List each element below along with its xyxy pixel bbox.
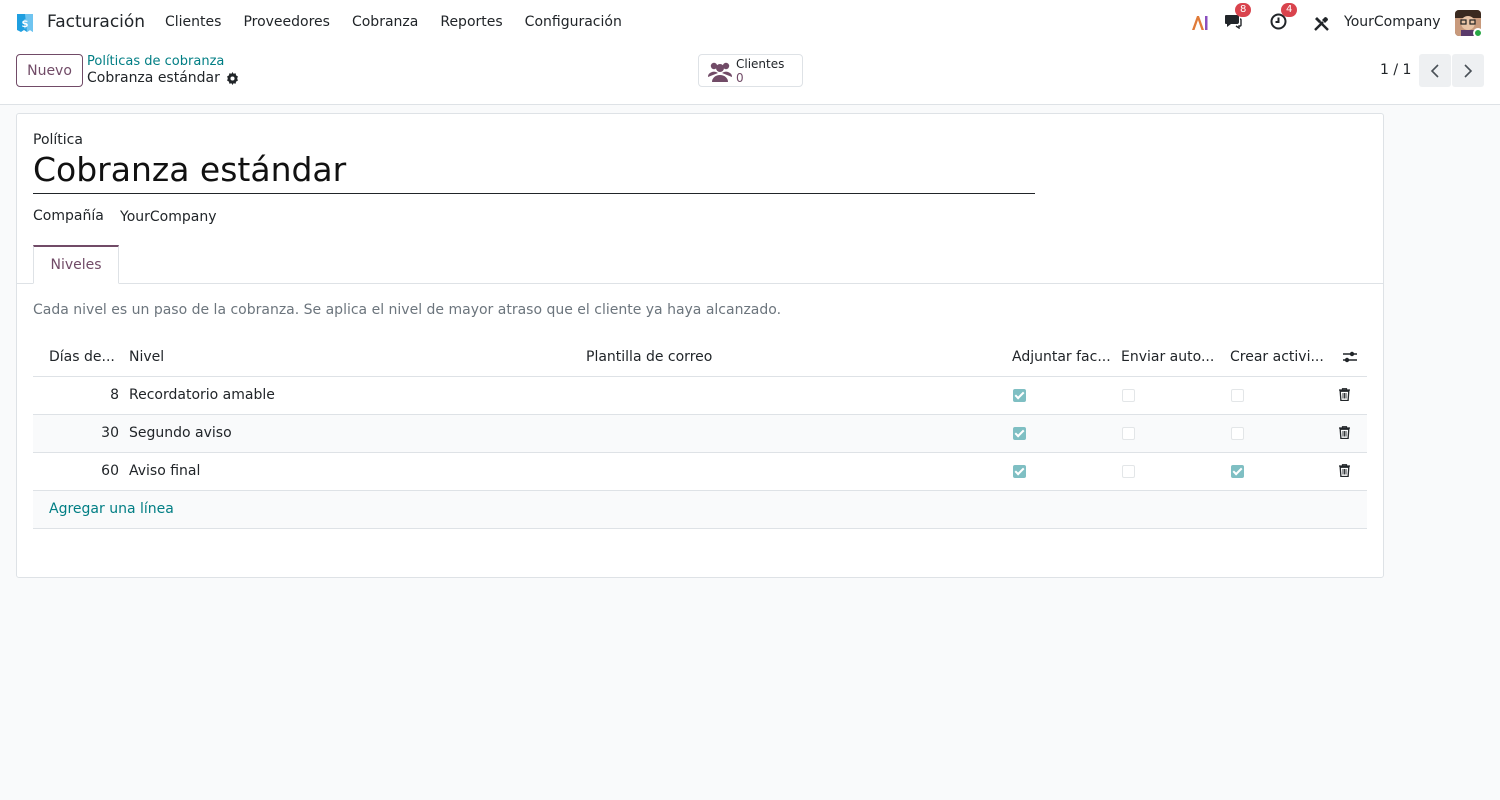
add-line-link[interactable]: Agregar una línea [49,501,174,517]
company-switcher[interactable]: YourCompany [1344,14,1441,30]
pager-value[interactable]: 1 / 1 [1380,62,1411,78]
menu-item-clientes[interactable]: Clientes [165,14,221,30]
control-panel: Nuevo Políticas de cobranza Cobranza est… [0,46,1500,105]
send-checkbox[interactable] [1122,465,1135,478]
column-header-attach[interactable]: Adjuntar fac... [1012,349,1111,365]
gear-icon[interactable] [226,71,239,85]
level-cell[interactable]: Segundo aviso [129,425,232,441]
column-header-activity[interactable]: Crear activi... [1230,349,1324,365]
users-icon [708,62,732,82]
menu-item-reportes[interactable]: Reportes [440,14,502,30]
tab-niveles[interactable]: Niveles [33,245,119,284]
days-cell[interactable]: 8 [59,387,119,403]
tabs-divider [17,283,1383,284]
main-menu: Clientes Proveedores Cobranza Reportes C… [165,14,644,30]
messages-button[interactable]: 8 [1224,0,1252,46]
table-row[interactable]: 30 Segundo aviso [33,415,1367,453]
clients-smart-button[interactable]: Clientes 0 [698,54,803,87]
level-cell[interactable]: Aviso final [129,463,200,479]
form-sheet: Política Cobranza estándar Compañía Your… [16,113,1384,578]
svg-text:$: $ [22,19,29,30]
level-cell[interactable]: Recordatorio amable [129,387,275,403]
levels-description: Cada nivel es un paso de la cobranza. Se… [33,302,782,318]
messages-badge: 8 [1235,3,1252,17]
trash-icon[interactable] [1339,426,1350,439]
breadcrumb-current: Cobranza estándar [87,70,239,86]
attach-checkbox[interactable] [1013,465,1026,478]
debug-tools-button[interactable] [1313,0,1330,46]
levels-table: Días de... Nivel Plantilla de correo Adj… [33,338,1367,529]
online-status-dot [1473,28,1483,38]
title-underline [33,193,1035,194]
company-field[interactable]: YourCompany [120,209,217,225]
column-header-level[interactable]: Nivel [129,349,164,365]
table-row[interactable]: 60 Aviso final [33,453,1367,491]
pager-next-button[interactable] [1452,54,1484,87]
pager-previous-button[interactable] [1419,54,1451,87]
clients-stat-label: Clientes [736,57,785,71]
optional-columns-icon[interactable] [1342,350,1358,364]
company-label: Compañía [33,208,104,224]
ai-icon [1192,16,1208,30]
invoicing-app-icon[interactable]: $ [15,12,35,34]
send-checkbox[interactable] [1122,427,1135,440]
activity-checkbox[interactable] [1231,465,1244,478]
breadcrumb-parent-link[interactable]: Políticas de cobranza [87,54,224,69]
send-checkbox[interactable] [1122,389,1135,402]
menu-item-proveedores[interactable]: Proveedores [243,14,330,30]
tools-icon [1314,16,1329,31]
activities-button[interactable]: 4 [1270,0,1298,46]
ai-button[interactable] [1191,0,1209,46]
column-header-days[interactable]: Días de... [49,349,115,365]
activities-badge: 4 [1281,2,1298,17]
days-cell[interactable]: 30 [59,425,119,441]
chevron-right-icon [1464,63,1473,78]
policy-name-input[interactable]: Cobranza estándar [33,150,346,189]
attach-checkbox[interactable] [1013,427,1026,440]
activity-checkbox[interactable] [1231,389,1244,402]
trash-icon[interactable] [1339,388,1350,401]
new-button[interactable]: Nuevo [16,54,83,87]
table-header: Días de... Nivel Plantilla de correo Adj… [33,338,1367,377]
top-navbar: $ Facturación Clientes Proveedores Cobra… [0,0,1500,46]
clients-stat-value: 0 [736,71,744,85]
breadcrumb-current-label: Cobranza estándar [87,70,220,86]
column-header-send[interactable]: Enviar auto... [1121,349,1214,365]
table-row[interactable]: 8 Recordatorio amable [33,377,1367,415]
app-name[interactable]: Facturación [47,12,145,32]
days-cell[interactable]: 60 [59,463,119,479]
chevron-left-icon [1430,63,1439,78]
column-header-template[interactable]: Plantilla de correo [586,349,712,365]
menu-item-cobranza[interactable]: Cobranza [352,14,418,30]
menu-item-configuracion[interactable]: Configuración [525,14,622,30]
add-line-row: Agregar una línea [33,491,1367,529]
activity-checkbox[interactable] [1231,427,1244,440]
policy-label: Política [33,132,83,148]
trash-icon[interactable] [1339,464,1350,477]
attach-checkbox[interactable] [1013,389,1026,402]
